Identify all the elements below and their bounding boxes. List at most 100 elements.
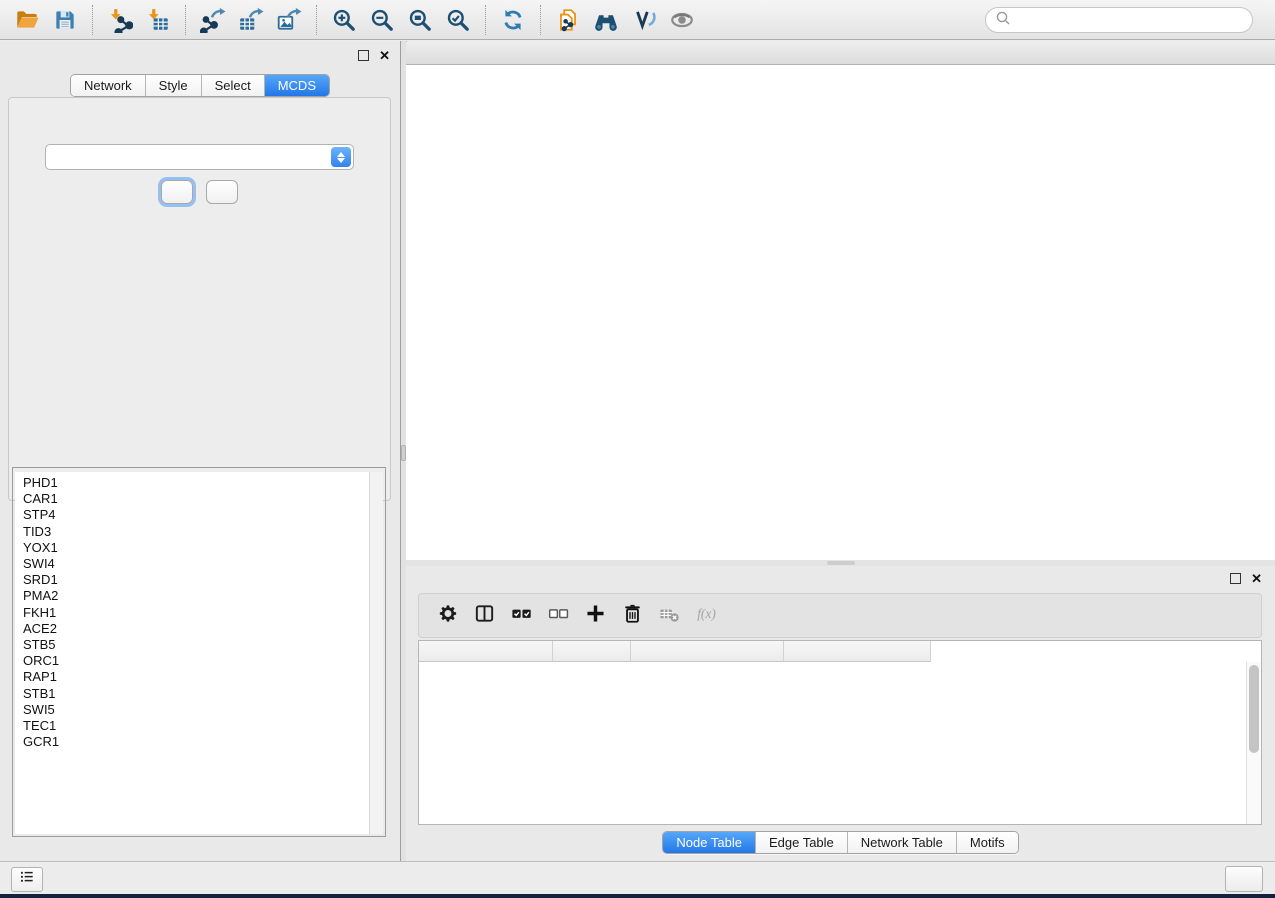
clone-network-button[interactable] [549, 3, 587, 37]
float-panel-icon[interactable] [1230, 573, 1241, 584]
delete-button[interactable] [614, 598, 651, 634]
tab-select[interactable]: Select [201, 75, 264, 96]
export-image-icon [276, 7, 302, 33]
export-network-button[interactable] [194, 3, 232, 37]
mcds-result-item[interactable]: PHD1 [15, 472, 383, 491]
save-session-button[interactable] [46, 3, 84, 37]
toolbar-separator [316, 5, 317, 35]
column-header-MCDS-role[interactable] [631, 641, 784, 662]
mcds-result-item[interactable]: SRD1 [15, 572, 383, 588]
deselect-all-button[interactable] [540, 598, 577, 634]
vizmapper-button[interactable] [625, 3, 663, 37]
dropdown-stepper-icon [331, 147, 351, 167]
mcds-result-item[interactable]: TID3 [15, 524, 383, 540]
mcds-result-list[interactable]: PHD1CAR1STP4TID3YOX1SWI4SRD1PMA2FKH1ACE2… [15, 472, 383, 834]
task-history-button[interactable] [11, 867, 43, 892]
maximize-window-icon[interactable] [458, 47, 470, 59]
mcds-result-item[interactable]: ORC1 [15, 653, 383, 669]
table-scrollbar[interactable] [1246, 662, 1261, 824]
mcds-result-item[interactable]: STB5 [15, 637, 383, 653]
toolbar-separator [485, 5, 486, 35]
criterion-dropdown[interactable] [45, 144, 354, 170]
mcds-result-item[interactable]: STP4 [15, 507, 383, 523]
memory-status-icon [1236, 874, 1246, 884]
mcds-result-item[interactable]: RAP1 [15, 669, 383, 685]
function-builder-icon: f(x) [695, 602, 718, 630]
mcds-result-item[interactable]: TEC1 [15, 718, 383, 734]
tab-network-table[interactable]: Network Table [847, 832, 956, 853]
import-network-button[interactable] [101, 3, 139, 37]
mcds-result-item[interactable]: STB1 [15, 686, 383, 702]
columns-icon [473, 602, 496, 630]
save-session-icon [52, 7, 78, 33]
table-panel: ✕ f(x) Node TableEdge TableNetwork Table… [406, 566, 1275, 861]
import-table-button[interactable] [139, 3, 177, 37]
network-window-titlebar [406, 42, 1275, 65]
table-tabs: Node TableEdge TableNetwork TableMotifs [406, 831, 1275, 854]
settings-button[interactable] [429, 598, 466, 634]
network-search-box[interactable] [985, 7, 1253, 33]
tab-motifs[interactable]: Motifs [956, 832, 1018, 853]
zoom-fit-button[interactable] [401, 3, 439, 37]
tab-edge-table[interactable]: Edge Table [755, 832, 847, 853]
mcds-result-item[interactable]: SWI5 [15, 702, 383, 718]
close-panel-icon[interactable]: ✕ [379, 51, 390, 60]
add-button[interactable] [577, 598, 614, 634]
close-panel-icon[interactable]: ✕ [1251, 574, 1262, 583]
column-header-successor-nodes[interactable] [784, 641, 931, 662]
function-builder-button[interactable]: f(x) [688, 598, 725, 634]
apply-layout-button[interactable] [494, 3, 532, 37]
tab-mcds[interactable]: MCDS [264, 75, 329, 96]
find-button[interactable] [587, 3, 625, 37]
close-panel-button[interactable] [206, 180, 238, 204]
export-table-button[interactable] [232, 3, 270, 37]
float-panel-icon[interactable] [358, 50, 369, 61]
tab-style[interactable]: Style [145, 75, 201, 96]
run-mcds-button[interactable] [161, 180, 193, 204]
mcds-result-item[interactable]: FKH1 [15, 605, 383, 621]
zoom-fit-icon [407, 7, 433, 33]
close-window-icon[interactable] [418, 47, 430, 59]
mcds-result-item[interactable]: GCR1 [15, 734, 383, 750]
table-header-row [419, 641, 1261, 662]
tab-control: NetworkStyleSelectMCDS [70, 74, 330, 97]
cytoscape-window: ✕ NetworkStyleSelectMCDS PHD1CAR1STP4TID… [0, 0, 1275, 894]
select-all-button[interactable] [503, 598, 540, 634]
zoom-selected-button[interactable] [439, 3, 477, 37]
minimize-window-icon[interactable] [438, 47, 450, 59]
open-file-button[interactable] [8, 3, 46, 37]
search-icon [995, 10, 1011, 31]
mcds-result-item[interactable]: YOX1 [15, 540, 383, 556]
delete-table-button[interactable] [651, 598, 688, 634]
mcds-result-item[interactable]: PMA2 [15, 588, 383, 604]
tab-network[interactable]: Network [71, 75, 145, 96]
search-input[interactable] [1015, 12, 1252, 29]
import-table-icon [145, 7, 171, 33]
column-header-name[interactable] [553, 641, 631, 662]
mcds-list-scrollbar[interactable] [369, 472, 383, 834]
mcds-result-item[interactable]: CAR1 [15, 491, 383, 507]
show-hide-button[interactable] [663, 3, 701, 37]
zoom-in-icon [331, 7, 357, 33]
node-table [418, 640, 1262, 825]
select-all-icon [510, 602, 533, 630]
tab-node-table[interactable]: Node Table [663, 832, 755, 853]
export-network-icon [200, 7, 226, 33]
column-header-shared-name[interactable] [419, 641, 553, 662]
settings-icon [436, 602, 459, 630]
scrollbar-thumb[interactable] [1249, 665, 1259, 753]
list-icon [18, 869, 36, 890]
mcds-panel [8, 97, 391, 501]
mcds-result-item[interactable]: SWI4 [15, 556, 383, 572]
zoom-selected-icon [445, 7, 471, 33]
network-canvas[interactable] [406, 65, 1275, 560]
export-image-button[interactable] [270, 3, 308, 37]
zoom-in-button[interactable] [325, 3, 363, 37]
control-panel: ✕ NetworkStyleSelectMCDS PHD1CAR1STP4TID… [0, 41, 401, 862]
table-toolbar: f(x) [418, 593, 1262, 638]
zoom-out-button[interactable] [363, 3, 401, 37]
memory-button[interactable] [1225, 866, 1263, 892]
columns-button[interactable] [466, 598, 503, 634]
splitter-handle[interactable] [827, 561, 855, 565]
mcds-result-item[interactable]: ACE2 [15, 621, 383, 637]
